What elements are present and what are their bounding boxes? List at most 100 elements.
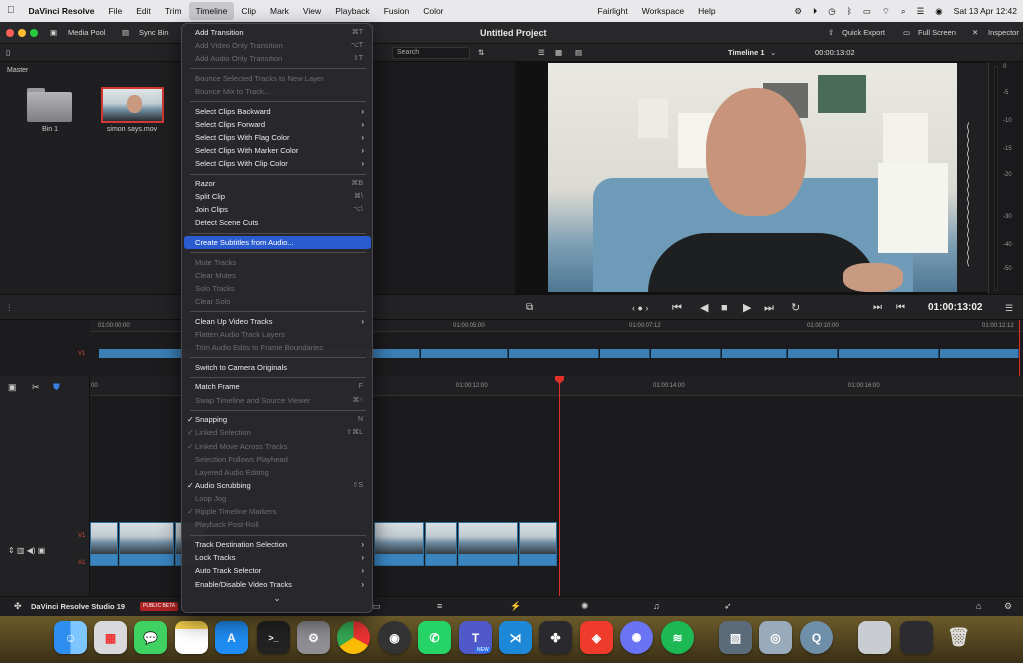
menu-edit[interactable]: Edit: [129, 0, 158, 22]
menubar-datetime[interactable]: Sat 13 Apr 12:42: [954, 6, 1017, 16]
whatsapp-icon[interactable]: ✆: [418, 621, 451, 654]
music-page-icon[interactable]: ♫: [653, 601, 660, 611]
menu-item-detect-scene-cuts[interactable]: Detect Scene Cuts: [184, 216, 371, 229]
color-page-icon[interactable]: ✺: [581, 601, 589, 612]
bin-folder-icon[interactable]: [27, 88, 72, 122]
preview-icon[interactable]: ▧: [719, 621, 752, 654]
finder-icon[interactable]: ☺: [54, 621, 87, 654]
menu-item-select-clips-with-flag-color[interactable]: Select Clips With Flag Color ›: [184, 131, 371, 144]
list-view-icon[interactable]: ☰: [538, 44, 545, 62]
menu-mark[interactable]: Mark: [263, 0, 296, 22]
menu-item-auto-track-selector[interactable]: Auto Track Selector ›: [184, 564, 371, 577]
menu-item-match-frame[interactable]: Match Frame F: [184, 380, 371, 393]
search-icon[interactable]: ⌕: [901, 6, 906, 17]
menu-app-name[interactable]: DaVinci Resolve: [22, 0, 102, 22]
menu-fairlight[interactable]: Fairlight: [591, 0, 635, 22]
media-pool-icon[interactable]: ▣: [50, 22, 57, 44]
deliver-page-icon[interactable]: ➶: [724, 601, 732, 612]
menu-color[interactable]: Color: [416, 0, 450, 22]
wifi-icon[interactable]: ⌔: [882, 6, 890, 17]
menu-item-audio-scrubbing[interactable]: Audio Scrubbing ✓ ⇧S: [184, 479, 371, 492]
minimize-window-button[interactable]: [18, 29, 26, 37]
quicktime-icon[interactable]: Q: [800, 621, 833, 654]
app-store-icon[interactable]: A: [215, 621, 248, 654]
menu-item-lock-tracks[interactable]: Lock Tracks ›: [184, 551, 371, 564]
notes-icon[interactable]: [175, 621, 208, 654]
apple-icon[interactable]: : [0, 0, 22, 22]
menu-playback[interactable]: Playback: [328, 0, 377, 22]
fusion-page-icon[interactable]: ⚡: [510, 601, 521, 612]
anydesk-icon[interactable]: ◈: [580, 621, 613, 654]
menu-item-split-clip[interactable]: Split Clip ⌘\: [184, 190, 371, 203]
launchpad-icon[interactable]: ▦: [94, 621, 127, 654]
menu-item-select-clips-backward[interactable]: Select Clips Backward ›: [184, 105, 371, 118]
play-circle-icon[interactable]: ⏵: [813, 6, 817, 17]
sort-icon[interactable]: ⇅: [478, 44, 484, 62]
grid-view-icon[interactable]: ▦: [555, 44, 562, 62]
davinci-resolve-icon[interactable]: ✤: [539, 621, 572, 654]
track-tool-icon[interactable]: ⫶: [8, 295, 10, 321]
messages-icon[interactable]: 💬: [134, 621, 167, 654]
zoom-window-button[interactable]: [30, 29, 38, 37]
perplexity-icon[interactable]: ✺: [620, 621, 653, 654]
shield-icon[interactable]: ⛊: [53, 382, 60, 393]
menu-trim[interactable]: Trim: [158, 0, 189, 22]
search-box[interactable]: Search: [392, 47, 470, 59]
stop-icon[interactable]: ■: [721, 295, 728, 321]
play-reverse-icon[interactable]: ◀: [700, 295, 708, 321]
home-icon[interactable]: ⌂: [976, 601, 981, 611]
track-controls-icon[interactable]: ⇕ ▥ ◀) ▣: [8, 546, 45, 555]
panel-toggle-icon[interactable]: ▯: [6, 44, 10, 62]
close-window-button[interactable]: [6, 29, 14, 37]
control-center-icon[interactable]: ☰: [917, 6, 925, 17]
menu-file[interactable]: File: [102, 0, 130, 22]
battery-icon[interactable]: ▭: [863, 6, 871, 17]
scissors-icon[interactable]: ✂: [32, 382, 40, 393]
sync-bin-button[interactable]: Sync Bin: [139, 22, 169, 44]
full-screen-icon[interactable]: ▭: [903, 22, 910, 44]
menu-item-switch-to-camera-originals[interactable]: Switch to Camera Originals: [184, 361, 371, 374]
spotify-icon[interactable]: ≋: [661, 621, 694, 654]
chrome-icon[interactable]: [337, 621, 370, 654]
go-to-end-icon[interactable]: ⏭: [764, 295, 774, 321]
menu-item-track-destination-selection[interactable]: Track Destination Selection ›: [184, 538, 371, 551]
metadata-view-icon[interactable]: ▤: [575, 44, 582, 62]
menu-item-create-subtitles-from-audio[interactable]: Create Subtitles from Audio...: [184, 236, 371, 250]
next-edit-icon[interactable]: ⏮: [896, 295, 905, 321]
timeline-view-icon[interactable]: ▣: [8, 382, 17, 393]
prev-edit-icon[interactable]: ⏭: [873, 295, 882, 321]
disk-utility-icon[interactable]: ◎: [759, 621, 792, 654]
sync-bin-icon[interactable]: ▤: [122, 22, 129, 44]
inspector-button[interactable]: Inspector: [988, 22, 1019, 44]
menu-item-select-clips-with-clip-color[interactable]: Select Clips With Clip Color ›: [184, 157, 371, 170]
viewer-tools-icon[interactable]: ⧉: [526, 295, 533, 321]
go-to-start-icon[interactable]: ⏮: [672, 295, 682, 321]
quick-export-icon[interactable]: ⇧: [828, 22, 834, 44]
menu-fusion[interactable]: Fusion: [377, 0, 417, 22]
obs-icon[interactable]: ◉: [378, 621, 411, 654]
playhead[interactable]: [559, 376, 560, 596]
vscode-icon[interactable]: ⋊: [499, 621, 532, 654]
terminal-icon[interactable]: >_: [257, 621, 290, 654]
prev-frame-icon[interactable]: ‹ ● ›: [632, 295, 648, 321]
media-pool-button[interactable]: Media Pool: [68, 22, 106, 44]
play-icon[interactable]: ▶: [743, 295, 751, 321]
menu-item-razor[interactable]: Razor ⌘B: [184, 177, 371, 190]
menu-clip[interactable]: Clip: [234, 0, 263, 22]
menu-item-enable-disable-video-tracks[interactable]: Enable/Disable Video Tracks ›: [184, 578, 371, 591]
system-settings-icon[interactable]: ⚙: [297, 621, 330, 654]
loop-icon[interactable]: ↻: [791, 295, 800, 321]
settings-gear-icon[interactable]: ⚙: [1004, 601, 1012, 612]
menu-view[interactable]: View: [296, 0, 328, 22]
menu-item-clean-up-video-tracks[interactable]: Clean Up Video Tracks ›: [184, 315, 371, 328]
clock-icon[interactable]: ◷: [828, 6, 835, 17]
timeline-name-dropdown[interactable]: Timeline 1: [728, 44, 765, 62]
chevron-down-icon[interactable]: ⌄: [770, 44, 776, 62]
window-thumb-icon[interactable]: [858, 621, 891, 654]
quick-export-button[interactable]: Quick Export: [842, 22, 885, 44]
bluetooth-icon[interactable]: ᛒ: [847, 6, 852, 16]
menu-item-select-clips-forward[interactable]: Select Clips Forward ›: [184, 118, 371, 131]
clip-thumbnail[interactable]: [101, 87, 164, 123]
gear-icon[interactable]: ⚙: [794, 6, 802, 17]
edit-page-icon[interactable]: ▭: [372, 601, 381, 612]
